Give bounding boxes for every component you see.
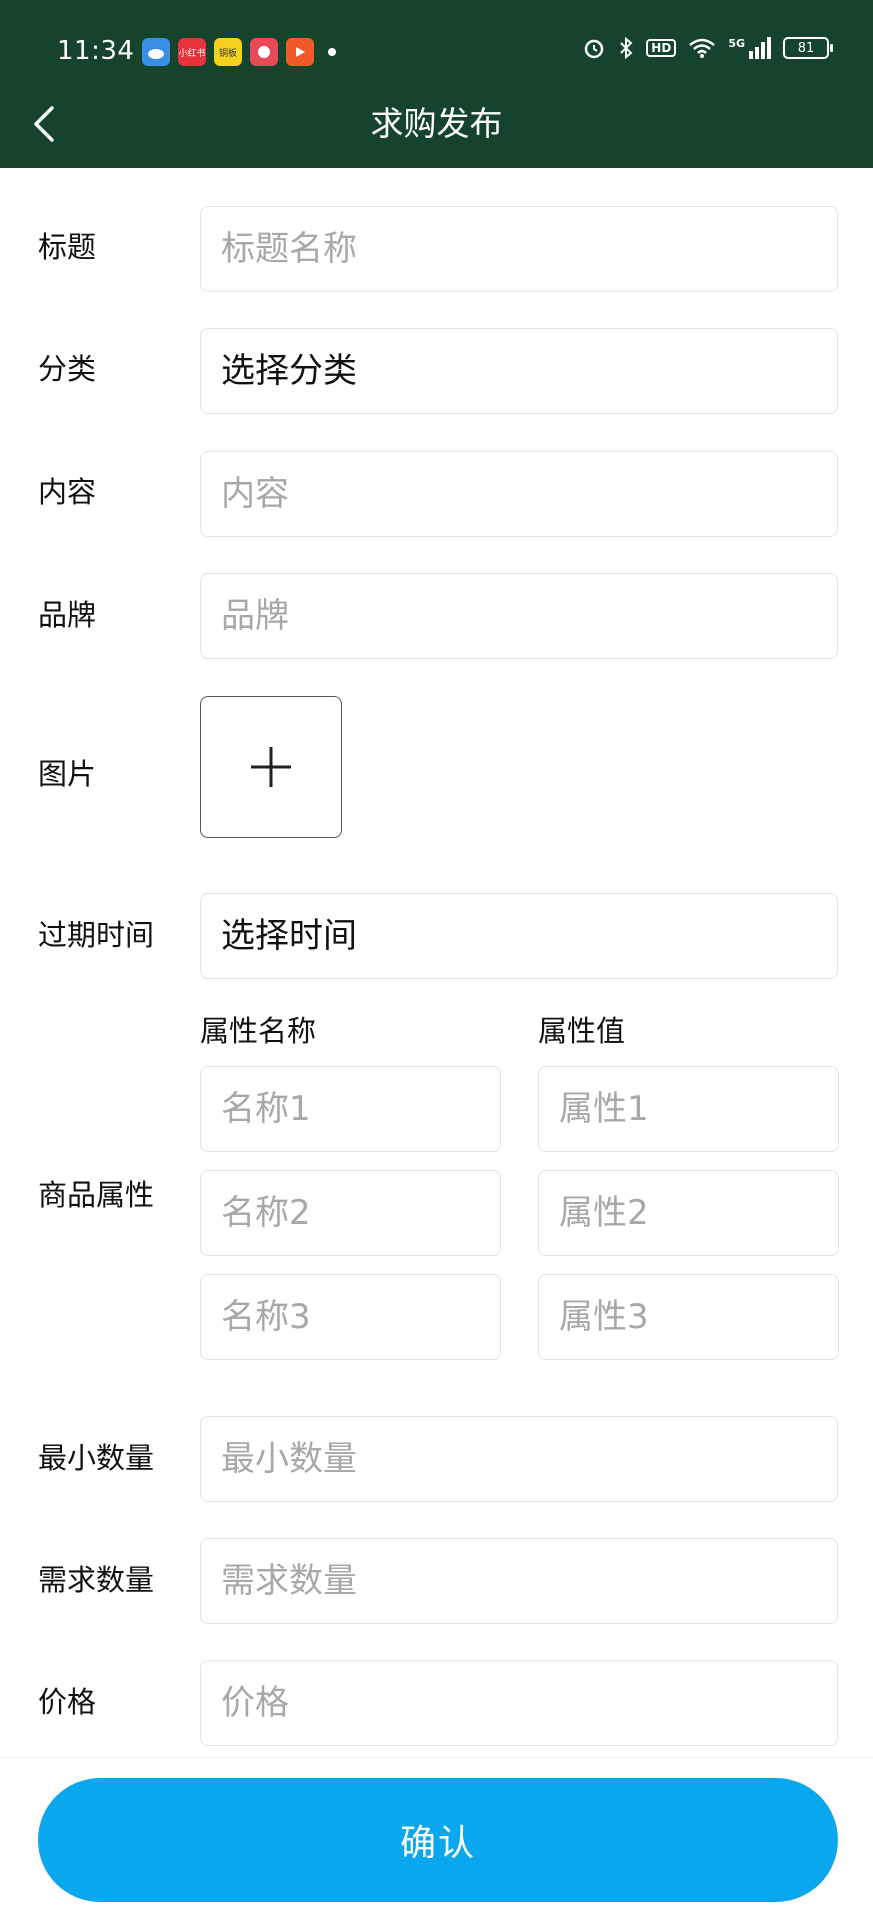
alarm-icon <box>585 39 604 59</box>
attr-name-input-2[interactable]: 名称2 <box>200 1170 501 1256</box>
hd-badge: HD <box>646 39 677 57</box>
content-input[interactable]: 内容 <box>200 451 838 537</box>
app-header: 11:34 小红书 铜板 HD 5G 81 求购发布 <box>0 0 873 168</box>
system-status-icons: HD 5G 81 <box>582 36 833 60</box>
bluetooth-icon <box>620 36 633 60</box>
price-input[interactable]: 价格 <box>200 1660 838 1746</box>
demand-quantity-input[interactable]: 需求数量 <box>200 1538 838 1624</box>
status-bar: 11:34 小红书 铜板 HD 5G 81 <box>0 0 873 104</box>
content-label: 内容 <box>38 475 97 509</box>
attr-name-input-1[interactable]: 名称1 <box>200 1066 501 1152</box>
image-upload-button[interactable] <box>200 696 342 838</box>
battery-icon: 81 <box>783 37 833 59</box>
min-quantity-label: 最小数量 <box>38 1441 155 1475</box>
notification-icons: 小红书 铜板 <box>142 38 336 66</box>
title-label: 标题 <box>38 230 97 264</box>
video-app-icon <box>286 38 314 66</box>
brand-label: 品牌 <box>38 598 97 632</box>
price-label: 价格 <box>38 1685 97 1719</box>
network-type: 5G <box>728 36 745 50</box>
attr-value-input-2[interactable]: 属性2 <box>538 1170 839 1256</box>
plus-icon <box>251 747 291 787</box>
category-label: 分类 <box>38 352 97 386</box>
attr-value-header: 属性值 <box>538 1014 626 1048</box>
expire-time-label: 过期时间 <box>38 918 155 952</box>
category-select[interactable]: 选择分类 <box>200 328 838 414</box>
title-input[interactable]: 标题名称 <box>200 206 838 292</box>
attr-name-input-3[interactable]: 名称3 <box>200 1274 501 1360</box>
attributes-label: 商品属性 <box>38 1178 155 1212</box>
attr-name-header: 属性名称 <box>200 1014 317 1048</box>
bottom-action-bar: 确认 <box>0 1757 873 1920</box>
yellow-app-icon: 铜板 <box>214 38 242 66</box>
more-notifications-dot <box>328 48 336 56</box>
confirm-button[interactable]: 确认 <box>38 1778 838 1902</box>
attr-value-input-1[interactable]: 属性1 <box>538 1066 839 1152</box>
min-quantity-input[interactable]: 最小数量 <box>200 1416 838 1502</box>
image-label: 图片 <box>38 757 97 791</box>
battery-level: 81 <box>797 40 815 56</box>
brand-input[interactable]: 品牌 <box>200 573 838 659</box>
pinduoduo-app-icon <box>250 38 278 66</box>
weather-app-icon <box>142 38 170 66</box>
page-title: 求购发布 <box>370 104 503 143</box>
signal-icon <box>749 37 771 59</box>
xiaohongshu-app-icon: 小红书 <box>178 38 206 66</box>
attr-value-input-3[interactable]: 属性3 <box>538 1274 839 1360</box>
demand-quantity-label: 需求数量 <box>38 1563 155 1597</box>
status-time: 11:34 <box>57 36 135 66</box>
expire-time-select[interactable]: 选择时间 <box>200 893 838 979</box>
wifi-icon <box>689 38 716 58</box>
